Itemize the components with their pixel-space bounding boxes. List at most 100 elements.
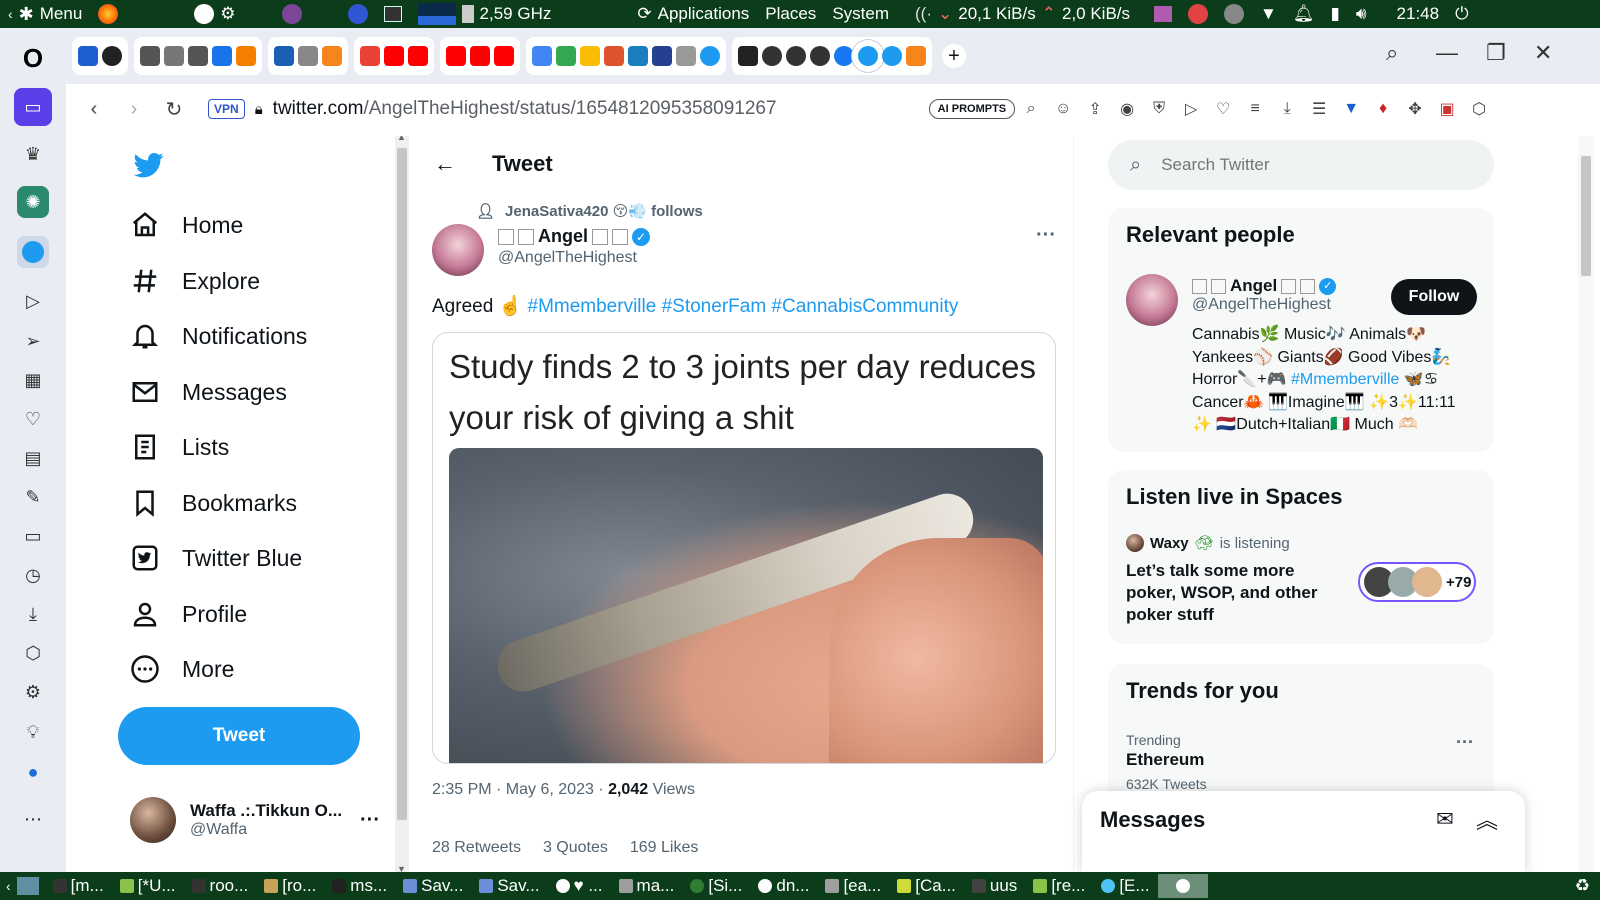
trend-item[interactable]: Trending Ethereum 632K Tweets ···	[1126, 732, 1476, 792]
close-window-icon[interactable]: ✕	[1534, 40, 1552, 66]
camera-icon[interactable]: ◉	[1111, 99, 1143, 119]
active-task-button[interactable]	[1157, 874, 1208, 898]
nist-tab-icon-3[interactable]	[188, 46, 208, 66]
nav-item-explore[interactable]: Explore	[130, 266, 260, 296]
fox-tab-icon[interactable]	[322, 46, 342, 66]
r-tab-icon[interactable]	[628, 46, 648, 66]
battery-icon[interactable]: ▮	[1330, 4, 1339, 24]
applications-menu[interactable]: ⟳ Applications	[629, 4, 757, 24]
tray-info-icon[interactable]	[1224, 4, 1245, 24]
cube-icon[interactable]: ⬡	[17, 637, 49, 669]
downloads-icon[interactable]: ⤓	[17, 598, 49, 630]
search-input[interactable]	[1161, 155, 1462, 175]
nav-item-bookmarks[interactable]: Bookmarks	[130, 488, 297, 518]
back-nav-icon[interactable]: ‹	[74, 98, 114, 121]
tab-group-2[interactable]	[134, 37, 262, 75]
task-button[interactable]: Sav...	[395, 876, 471, 896]
expand-chevrons-icon[interactable]: ︽	[1476, 803, 1498, 835]
facebook-tab-icon[interactable]	[834, 46, 854, 66]
opera-logo-icon[interactable]: O	[17, 42, 49, 74]
triangle-tab-icon[interactable]	[298, 46, 318, 66]
task-button[interactable]: [Si...	[682, 876, 750, 896]
youtube-tab-icon-2[interactable]	[408, 46, 428, 66]
extension-box-icon[interactable]: ▣	[1431, 99, 1463, 119]
retweets-stat[interactable]: 28 Retweets	[432, 839, 521, 857]
news-icon[interactable]: ▤	[17, 442, 49, 474]
zoom-icon[interactable]: ⌕	[1015, 100, 1047, 118]
reader-icon[interactable]: ▭	[14, 88, 52, 126]
timestamp-text[interactable]: 2:35 PM · May 6, 2023 ·	[432, 781, 608, 798]
tab-search-icon[interactable]: ⌕	[1386, 40, 1398, 66]
nav-item-profile[interactable]: Profile	[130, 599, 247, 629]
scrollbar-thumb[interactable]	[397, 148, 407, 820]
history-icon[interactable]: ◷	[17, 559, 49, 591]
task-button[interactable]: [E...	[1093, 876, 1157, 896]
nist-tab-icon-2[interactable]	[164, 46, 184, 66]
extension-red-icon[interactable]: ♦	[1367, 100, 1399, 118]
google-tab-icon-3[interactable]	[580, 46, 600, 66]
tweet-more-icon[interactable]: ···	[1036, 224, 1056, 247]
player-controls-icon[interactable]: ≡	[1239, 100, 1271, 118]
nav-item-notifications[interactable]: Notifications	[130, 321, 307, 351]
settings-icon[interactable]: ⚙	[17, 676, 49, 708]
vpn-badge[interactable]: VPN	[208, 99, 245, 119]
show-desktop-icon[interactable]	[16, 877, 39, 895]
task-button[interactable]: [m...	[45, 876, 112, 896]
twitter-tab-icon[interactable]	[700, 46, 720, 66]
metamask-tab-icon[interactable]	[906, 46, 926, 66]
reload-icon[interactable]: ↻	[154, 97, 194, 122]
wifi-signal-icon[interactable]: ▼	[1260, 4, 1277, 24]
power-button[interactable]: ⏻	[1447, 4, 1476, 24]
account-switcher[interactable]: Waffa .:.Tikkun O... @Waffa ···	[130, 794, 380, 846]
right-scrollbar[interactable]	[1578, 136, 1594, 872]
youtube-tab-icon-3[interactable]	[446, 46, 466, 66]
send-icon[interactable]: ➢	[17, 325, 49, 357]
tor-icon[interactable]	[281, 4, 302, 24]
messages-drawer[interactable]: Messages ✉ ︽	[1082, 791, 1525, 872]
emoji-icon[interactable]: ☺	[1047, 100, 1079, 118]
opera-launcher-icon[interactable]	[347, 4, 368, 24]
tabs-icon[interactable]: ▭	[17, 520, 49, 552]
tab-group-1[interactable]	[72, 37, 128, 75]
tab-group-3[interactable]	[268, 37, 348, 75]
volume-icon[interactable]: 🔊︎	[1356, 4, 1367, 24]
ai-prompts-button[interactable]: AI PROMPTS	[928, 99, 1016, 119]
youtube-tab-icon-4[interactable]	[470, 46, 490, 66]
globe-tab-icon[interactable]	[762, 46, 782, 66]
person-avatar[interactable]	[1126, 274, 1178, 326]
task-button[interactable]: roo...	[184, 876, 257, 896]
download-icon[interactable]: ⤓	[1271, 100, 1303, 118]
tray-apps[interactable]: ⚙	[186, 4, 243, 24]
nav-item-more[interactable]: More	[130, 654, 234, 684]
shield-icon[interactable]: ⛨	[1143, 100, 1175, 118]
tab-group-6[interactable]	[526, 37, 726, 75]
hashtag-link[interactable]: #CannabisCommunity	[771, 296, 958, 317]
task-button[interactable]: [re...	[1025, 876, 1093, 896]
account-more-icon[interactable]: ···	[360, 809, 380, 832]
github-tab-icon[interactable]	[102, 46, 122, 66]
trend-more-icon[interactable]: ···	[1456, 732, 1474, 753]
minimize-icon[interactable]: —	[1436, 40, 1458, 66]
task-button[interactable]: [ea...	[817, 876, 889, 896]
nav-item-lists[interactable]: Lists	[130, 432, 229, 462]
meme-photo[interactable]	[449, 448, 1043, 763]
extension-bird-icon[interactable]: ▼	[1335, 100, 1367, 118]
new-tab-button[interactable]: +	[942, 44, 966, 68]
tray-app-icon[interactable]	[1154, 6, 1173, 22]
send-tab-icon[interactable]: ▷	[1175, 99, 1207, 119]
likes-stat[interactable]: 169 Likes	[630, 839, 699, 857]
social-context[interactable]: 👤︎ JenaSativa420 😚💨 follows	[476, 202, 703, 220]
bio-hashtag-link[interactable]: #Mmemberville	[1291, 371, 1399, 388]
terminal-icon[interactable]	[383, 6, 402, 22]
globe-tab-icon-2[interactable]	[786, 46, 806, 66]
trash-icon[interactable]: ♻	[1565, 876, 1600, 896]
twitter-sidebar-icon[interactable]	[17, 236, 49, 268]
spaces-listeners[interactable]: +79	[1358, 562, 1476, 602]
scroll-down-icon[interactable]: ▼	[397, 864, 406, 872]
firefox-launcher[interactable]	[90, 4, 126, 24]
extension-cube-icon[interactable]: ⬡	[1463, 99, 1495, 119]
nav-item-twitter-blue[interactable]: Twitter Blue	[130, 543, 302, 573]
gmail-tab-icon[interactable]	[360, 46, 380, 66]
tab-group-7[interactable]	[732, 37, 932, 75]
author-avatar[interactable]	[432, 224, 484, 276]
